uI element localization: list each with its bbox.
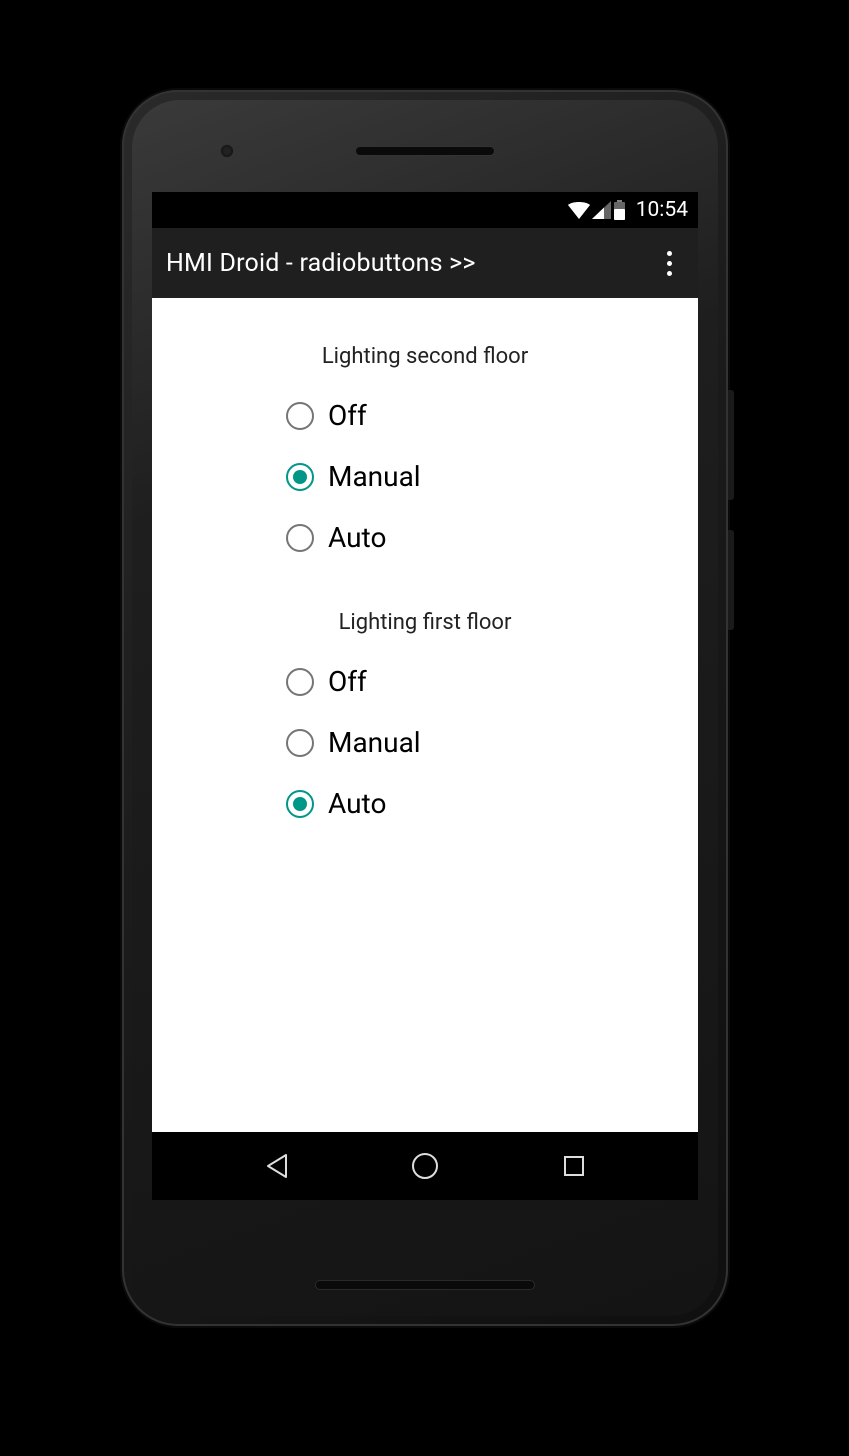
back-button[interactable] — [261, 1151, 291, 1181]
status-clock: 10:54 — [636, 198, 688, 222]
radio-icon — [286, 524, 314, 552]
radio-option-off[interactable]: Off — [286, 399, 698, 432]
phone-side-button-1 — [728, 390, 734, 500]
app-title: HMI Droid - radiobuttons >> — [166, 249, 476, 278]
radio-list: Off Manual Auto — [152, 665, 698, 820]
recents-icon — [563, 1155, 585, 1177]
home-icon — [411, 1152, 439, 1180]
radio-group-second-floor: Lighting second floor Off Manual Auto — [152, 344, 698, 554]
radio-label: Manual — [328, 460, 421, 493]
radio-label: Auto — [328, 521, 386, 554]
navigation-bar — [152, 1132, 698, 1200]
overflow-menu-button[interactable] — [659, 243, 680, 284]
battery-icon — [613, 200, 626, 220]
radio-option-auto[interactable]: Auto — [286, 521, 698, 554]
radio-group-first-floor: Lighting first floor Off Manual Auto — [152, 610, 698, 820]
radio-icon — [286, 668, 314, 696]
radio-label: Off — [328, 399, 367, 432]
group-title: Lighting first floor — [152, 610, 698, 635]
phone-speaker — [315, 1280, 535, 1290]
radio-label: Manual — [328, 726, 421, 759]
cellular-signal-icon — [592, 201, 611, 219]
radio-list: Off Manual Auto — [152, 399, 698, 554]
app-bar: HMI Droid - radiobuttons >> — [152, 228, 698, 298]
radio-icon-checked — [286, 463, 314, 491]
radio-label: Auto — [328, 787, 386, 820]
home-button[interactable] — [410, 1151, 440, 1181]
more-vert-icon — [667, 251, 672, 256]
status-bar: 10:54 — [152, 192, 698, 228]
group-title: Lighting second floor — [152, 344, 698, 369]
radio-option-auto[interactable]: Auto — [286, 787, 698, 820]
screen: 10:54 HMI Droid - radiobuttons >> Lighti… — [152, 192, 698, 1200]
radio-option-manual[interactable]: Manual — [286, 460, 698, 493]
phone-earpiece — [355, 146, 495, 156]
radio-option-off[interactable]: Off — [286, 665, 698, 698]
recents-button[interactable] — [559, 1151, 589, 1181]
phone-camera — [220, 144, 234, 158]
content-area: Lighting second floor Off Manual Auto — [152, 298, 698, 1132]
radio-icon — [286, 729, 314, 757]
radio-label: Off — [328, 665, 367, 698]
radio-option-manual[interactable]: Manual — [286, 726, 698, 759]
back-icon — [264, 1153, 288, 1179]
phone-side-button-2 — [728, 530, 734, 630]
phone-frame: 10:54 HMI Droid - radiobuttons >> Lighti… — [122, 90, 728, 1326]
radio-icon — [286, 402, 314, 430]
radio-icon-checked — [286, 790, 314, 818]
status-icons — [568, 200, 626, 220]
wifi-icon — [568, 201, 590, 219]
